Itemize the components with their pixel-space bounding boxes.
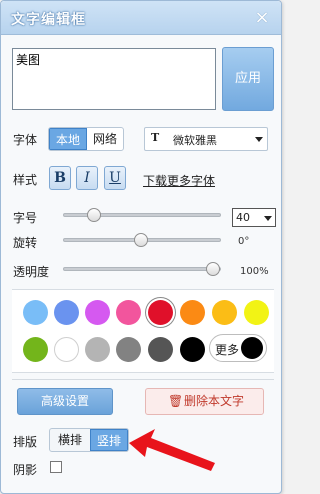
font-source-online[interactable]: 网络 (87, 128, 123, 150)
opacity-label: 透明度 (13, 265, 50, 279)
size-slider-handle[interactable] (87, 208, 101, 222)
color-swatch[interactable] (244, 300, 269, 325)
rotation-readout: 0° (238, 236, 250, 247)
text-content-input[interactable]: 美图 (12, 48, 216, 110)
text-edit-dialog: 文字编辑框 × 美图 应用 字体 本地 网络 T 微软雅黑 样式 B I U 下… (0, 0, 282, 494)
color-swatch[interactable] (116, 337, 141, 362)
divider (12, 379, 274, 380)
color-swatch[interactable] (212, 300, 237, 325)
layout-horizontal[interactable]: 横排 (50, 429, 90, 451)
font-type-icon: T (151, 131, 160, 144)
bold-button[interactable]: B (49, 166, 71, 190)
rotation-slider-handle[interactable] (134, 233, 148, 247)
font-source-local[interactable]: 本地 (49, 128, 88, 150)
font-label: 字体 (13, 133, 38, 147)
style-label: 样式 (13, 173, 38, 187)
layout-label: 排版 (13, 435, 38, 449)
download-fonts-link[interactable]: 下载更多字体 (143, 172, 215, 189)
rotation-label: 旋转 (13, 236, 38, 250)
more-colors-label: 更多 (215, 343, 240, 357)
font-source-toggle: 本地 网络 (48, 127, 125, 151)
opacity-slider[interactable] (63, 267, 221, 271)
trash-icon: 🗑 (168, 394, 184, 408)
dialog-titlebar[interactable]: 文字编辑框 × (1, 1, 281, 35)
color-swatch[interactable] (180, 300, 205, 325)
more-colors-current (241, 337, 263, 359)
shadow-checkbox[interactable] (50, 461, 62, 473)
color-swatch[interactable] (116, 300, 141, 325)
dialog-title: 文字编辑框 (11, 12, 86, 28)
size-select[interactable]: 40 (232, 208, 276, 227)
color-swatch[interactable] (180, 337, 205, 362)
red-arrow-icon (129, 429, 215, 471)
opacity-slider-handle[interactable] (206, 262, 220, 276)
color-swatch[interactable] (85, 337, 110, 362)
color-swatch[interactable] (85, 300, 110, 325)
layout-vertical[interactable]: 竖排 (90, 429, 129, 451)
color-swatch[interactable] (23, 300, 48, 325)
color-swatch[interactable] (148, 337, 173, 362)
delete-text-button[interactable]: 🗑 删除本文字 (145, 388, 264, 415)
size-value: 40 (236, 211, 250, 224)
chevron-down-icon (264, 216, 272, 221)
chevron-down-icon (255, 137, 263, 142)
advanced-settings-button[interactable]: 高级设置 (17, 388, 113, 415)
apply-button[interactable]: 应用 (222, 47, 274, 111)
color-swatch-selected[interactable] (148, 300, 173, 325)
size-label: 字号 (13, 211, 38, 225)
close-icon[interactable]: × (253, 9, 271, 27)
color-swatch[interactable] (54, 337, 79, 362)
color-swatch[interactable] (23, 337, 48, 362)
opacity-readout: 100% (240, 266, 269, 277)
delete-text-label: 删除本文字 (184, 394, 245, 408)
more-colors-button[interactable]: 更多 (209, 334, 267, 362)
font-family-select[interactable]: T 微软雅黑 (144, 127, 268, 151)
underline-button[interactable]: U (104, 166, 126, 190)
shadow-label: 阴影 (13, 463, 38, 477)
italic-button[interactable]: I (76, 166, 98, 190)
font-family-value: 微软雅黑 (173, 134, 217, 147)
layout-toggle: 横排 竖排 (49, 428, 130, 452)
color-swatch[interactable] (54, 300, 79, 325)
